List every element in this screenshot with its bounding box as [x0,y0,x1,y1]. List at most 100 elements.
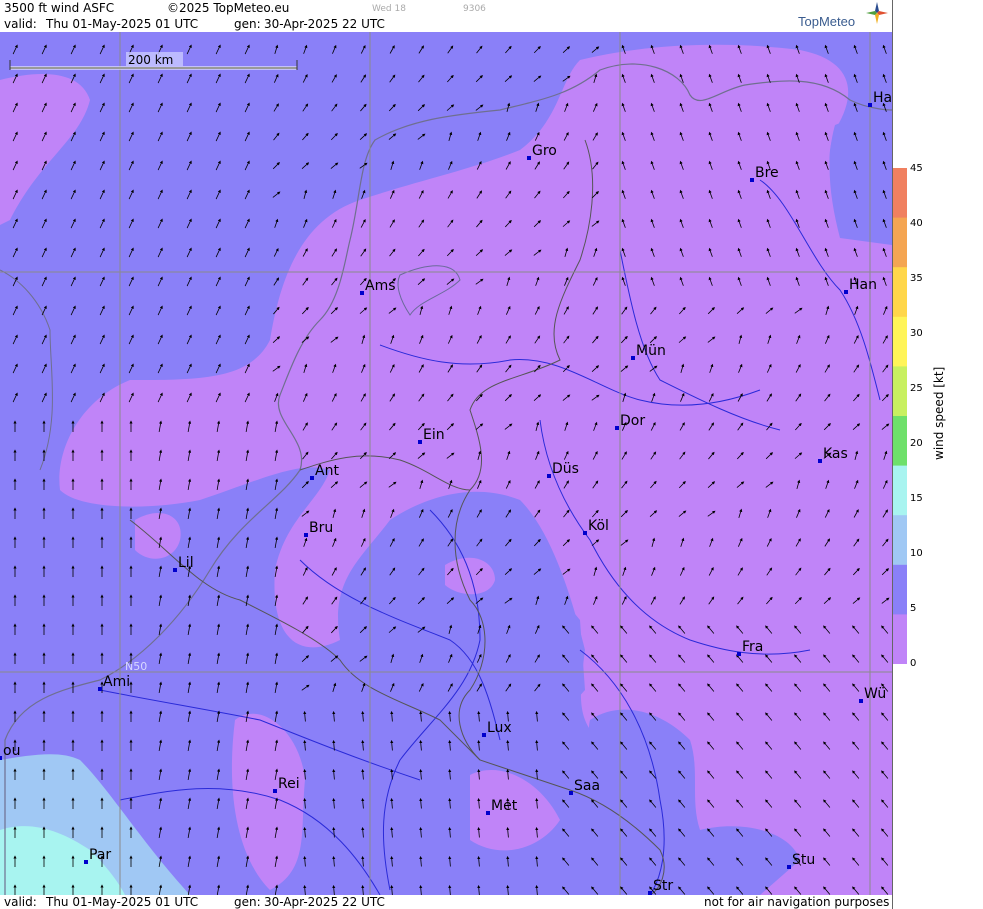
city-dot [486,811,490,815]
city-label: Rei [278,776,300,792]
city-label: ou [3,743,20,759]
city-label: Stu [792,852,815,868]
legend-swatch [893,515,907,566]
city-label: Köl [588,518,609,534]
legend-swatch [893,267,907,318]
city-label: Ha [873,90,892,106]
header-bar: 3500 ft wind ASFC ©2025 TopMeteo.eu Wed … [0,0,892,32]
legend-tick-label: 40 [910,218,923,229]
city-marker[interactable]: Stu [787,852,815,869]
city-marker[interactable]: Düs [547,461,579,478]
gen-label: gen: [234,17,261,31]
city-marker[interactable]: Ant [310,463,339,480]
city-marker[interactable]: Met [486,798,518,815]
copyright: ©2025 TopMeteo.eu [167,1,290,15]
city-label: Lux [487,720,512,736]
city-marker[interactable]: Wü [859,686,886,703]
city-marker[interactable]: Bre [750,165,779,182]
city-marker[interactable]: Mün [631,343,666,360]
legend-unit-label: wind speed [kt] [932,366,946,460]
legend-swatch [893,168,907,219]
city-marker[interactable]: Gro [527,143,557,160]
legend-tick-label: 30 [910,328,923,339]
city-dot [859,699,863,703]
city-label: Düs [552,461,579,477]
city-dot [304,533,308,537]
legend-tick-label: 10 [910,548,923,559]
city-label: Bre [755,165,779,181]
city-label: Fra [742,639,763,655]
scale-label: 200 km [128,53,173,67]
city-label: Gro [532,143,557,159]
city-label: Han [849,277,877,293]
city-marker[interactable]: Bru [304,520,333,537]
city-label: Bru [309,520,333,536]
gen-time: 30-Apr-2025 22 UTC [264,17,385,31]
city-dot [273,789,277,793]
city-label: Ami [103,674,130,690]
compass-icon [866,2,888,24]
legend-swatch [893,366,907,417]
city-dot [527,156,531,160]
city-dot [418,440,422,444]
city-dot [98,687,102,691]
city-marker[interactable]: Saa [569,778,600,795]
city-dot [482,733,486,737]
city-marker[interactable]: Han [844,277,877,294]
city-marker[interactable]: Par [84,847,111,864]
legend-tick-label: 45 [910,163,923,174]
city-label: Met [491,798,518,814]
footer-bar: valid: Thu 01-May-2025 01 UTC gen: 30-Ap… [0,895,892,909]
legend-tick-label: 5 [910,603,917,614]
city-dot [84,860,88,864]
city-marker[interactable]: Dor [615,413,645,430]
city-marker[interactable]: Ami [98,674,130,691]
city-marker[interactable]: ou [0,743,20,760]
topmeteo-logo[interactable]: TopMeteo [798,14,855,29]
city-marker[interactable]: Lux [482,720,512,737]
legend-swatch [893,316,907,367]
city-dot [818,459,822,463]
city-label: Ant [315,463,339,479]
city-dot [173,568,177,572]
city-dot [615,426,619,430]
city-dot [631,356,635,360]
valid-time: Thu 01-May-2025 01 UTC [46,17,199,31]
city-dot [750,178,754,182]
legend-swatch [893,465,907,516]
legend-colorbar [893,168,907,664]
city-label: Dor [620,413,645,429]
legend-tick-label: 20 [910,438,923,449]
footer-valid-label: valid: [4,895,37,909]
faint-code: 9306 [463,4,486,14]
city-dot [787,865,791,869]
city-marker[interactable]: Kas [818,446,848,463]
footer-gen-label: gen: [234,895,261,909]
legend-swatch [893,416,907,467]
city-dot [844,290,848,294]
city-dot [569,791,573,795]
valid-label: valid: [4,17,37,31]
legend-tick-label: 35 [910,273,923,284]
map-title: 3500 ft wind ASFC [4,1,115,15]
legend-tick-label: 15 [910,493,923,504]
legend-tick-label: 25 [910,383,923,394]
city-marker[interactable]: Ams [360,278,396,295]
city-dot [360,291,364,295]
lat-label: N50 [125,660,147,673]
city-label: Ein [423,427,445,443]
legend-swatch [893,614,907,664]
legend-tick-label: 0 [910,658,917,669]
city-dot [0,756,2,760]
footer-gen-time: 30-Apr-2025 22 UTC [264,895,385,909]
city-label: Par [89,847,111,863]
city-label: Kas [823,446,848,462]
city-dot [583,531,587,535]
city-label: Saa [574,778,600,794]
legend-swatch [893,564,907,615]
city-label: Wü [864,686,886,702]
city-label: Mün [636,343,666,359]
wind-map[interactable]: N50 200 km Ha Gro Bre Ams Han Mün Dor Ein Ant Düs… [0,32,892,895]
city-label: Str [653,878,673,894]
faint-day: Wed 18 [372,4,406,14]
